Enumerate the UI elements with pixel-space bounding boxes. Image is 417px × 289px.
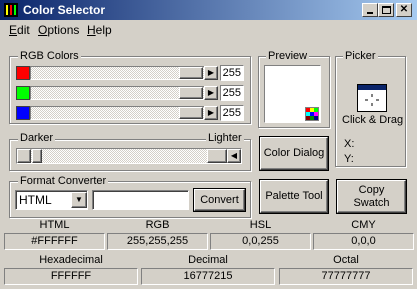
preview-label: Preview (266, 50, 310, 62)
picker-label: Picker (343, 50, 378, 62)
minimize-icon (367, 12, 373, 14)
convert-button-label: Convert (200, 193, 239, 206)
output-value[interactable]: 77777777 (279, 268, 413, 285)
format-dropdown-button[interactable]: ▼ (71, 192, 87, 208)
green-slider-thumb[interactable] (179, 87, 203, 99)
copy-swatch-button[interactable]: Copy Swatch (337, 180, 406, 213)
output-value[interactable]: 255,255,255 (107, 233, 208, 250)
output-value[interactable]: 16777215 (141, 268, 275, 285)
brightness-right-thumb[interactable] (207, 149, 227, 163)
menu-edit[interactable]: Edit (9, 23, 30, 37)
arrow-right-icon: ▶ (207, 88, 215, 97)
format-select-value: HTML (19, 193, 52, 207)
palette-tool-label: Palette Tool (265, 190, 323, 202)
output-value[interactable]: FFFFFF (4, 268, 138, 285)
format-input[interactable] (92, 190, 189, 210)
close-icon: ✕ (399, 4, 409, 15)
output-label: Hexadecimal (39, 254, 103, 266)
palette-grid-icon[interactable] (305, 107, 319, 121)
copy-swatch-label-line2: Swatch (353, 196, 390, 209)
green-swatch (16, 86, 30, 100)
green-value[interactable]: 255 (220, 85, 244, 101)
lighter-label: Lighter (206, 132, 244, 144)
blue-slider-thumb[interactable] (179, 107, 203, 119)
brightness-thumb[interactable] (17, 149, 31, 163)
minimize-button[interactable] (362, 3, 378, 17)
green-slider-right-button[interactable]: ▶ (204, 86, 218, 100)
maximize-icon (381, 6, 391, 14)
output-label: RGB (145, 219, 170, 231)
red-slider-thumb[interactable] (179, 67, 203, 79)
color-dialog-label: Color Dialog (263, 147, 325, 159)
output-label: HTML (39, 219, 70, 231)
chevron-down-icon: ▼ (75, 195, 83, 204)
picker-x-label: X: (344, 138, 355, 150)
picker-y-label: Y: (344, 153, 354, 165)
arrow-left-icon: ◀ (230, 151, 238, 160)
arrow-right-icon: ▶ (207, 108, 215, 117)
rgb-colors-label: RGB Colors (18, 50, 81, 62)
maximize-button[interactable] (378, 3, 394, 17)
red-swatch (16, 66, 30, 80)
arrow-right-icon: ▶ (207, 68, 215, 77)
output-label: Octal (333, 254, 359, 266)
blue-value[interactable]: 255 (220, 105, 244, 121)
output-label: CMY (351, 219, 376, 231)
output-value[interactable]: #FFFFFF (4, 233, 105, 250)
output-label: Decimal (188, 254, 228, 266)
menu-options[interactable]: Options (38, 23, 79, 37)
menu-help[interactable]: Help (87, 23, 112, 37)
output-value[interactable]: 0,0,0 (313, 233, 414, 250)
format-converter-label: Format Converter (18, 175, 109, 187)
output-value[interactable]: 0,0,255 (210, 233, 311, 250)
brightness-left-button[interactable] (32, 149, 42, 163)
format-select[interactable]: HTML ▼ (15, 190, 88, 210)
output-label: HSL (249, 219, 272, 231)
menu-edit-label: dit (17, 23, 30, 37)
picker-crosshair-icon[interactable] (357, 84, 387, 112)
palette-tool-button[interactable]: Palette Tool (260, 180, 328, 213)
convert-button[interactable]: Convert (194, 189, 245, 211)
window-title: Color Selector (23, 3, 106, 17)
picker-action-label: Click & Drag (342, 114, 404, 126)
blue-slider-right-button[interactable]: ▶ (204, 106, 218, 120)
blue-swatch (16, 106, 30, 120)
red-slider-right-button[interactable]: ▶ (204, 66, 218, 80)
menu-help-label: elp (95, 23, 112, 37)
color-dialog-button[interactable]: Color Dialog (260, 137, 328, 170)
menu-options-label: ptions (47, 23, 80, 37)
app-icon[interactable] (3, 2, 19, 18)
red-value[interactable]: 255 (220, 65, 244, 81)
copy-swatch-label-line1: Copy (358, 183, 385, 196)
darker-label: Darker (18, 132, 56, 144)
close-button[interactable]: ✕ (396, 3, 412, 17)
brightness-left-arrow-button[interactable]: ◀ (227, 149, 241, 163)
